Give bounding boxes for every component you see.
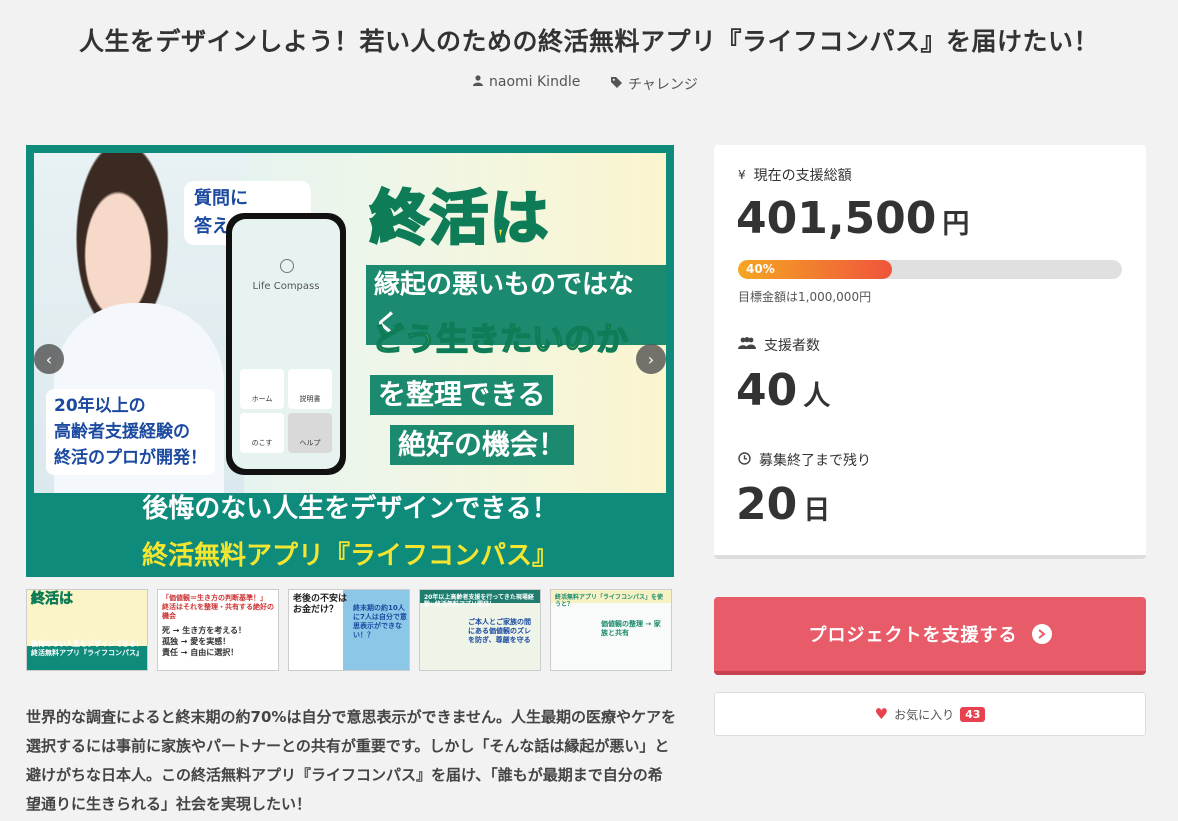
progress-percent: 40% bbox=[746, 262, 775, 276]
thumbnail-3[interactable]: 老後の不安はお金だけ？ 終末期の約10人に7人は自分で意思表示ができない！？ bbox=[288, 589, 410, 671]
hero-artwork: 質問に 答えるだけ！ Life Compass ホーム 説明書 のこす ヘルプ … bbox=[34, 153, 666, 493]
app-menu-leave: のこす bbox=[240, 413, 284, 453]
app-menu-guide: 説明書 bbox=[288, 369, 332, 409]
hero-headline: 終活は bbox=[368, 183, 551, 254]
backers-value: 40 bbox=[736, 365, 798, 416]
user-icon bbox=[473, 74, 483, 90]
author-link[interactable]: naomi Kindle bbox=[473, 74, 580, 90]
thumbnail-2-caption: 死 → 生き方を考える！ 孤独 → 愛を実感！ 責任 → 自由に選択！ bbox=[162, 626, 247, 657]
thumbnail-4-text: 20年以上高齢者支援を行ってきた現場経験×終活無料アプリ開発！ bbox=[424, 594, 534, 608]
carousel-prev-button[interactable]: ‹ bbox=[34, 344, 64, 374]
total-value: 401,500 bbox=[736, 193, 937, 244]
favorite-button[interactable]: ♥ お気に入り 43 bbox=[714, 692, 1146, 736]
thumbnail-5[interactable]: 終活無料アプリ「ライフコンパス」を使うと？ 価値観の整理 → 家族と共有 bbox=[550, 589, 672, 671]
total-amount: 401,500 円 bbox=[736, 193, 969, 244]
thumbnail-4-caption: ご本人とご家族の間にある価値観のズレを防ぎ、尊厳を守る bbox=[468, 618, 531, 644]
thumbnail-2[interactable]: 「価値観＝生き方の判断基準！」 終活はそれを整理・共有する絶好の機会 死 → 生… bbox=[157, 589, 279, 671]
chevron-right-icon: › bbox=[647, 349, 655, 369]
thumbnail-1[interactable]: 終活は 後悔のない人生をデザインできる！ 終活無料アプリ『ライフコンパス』 bbox=[26, 589, 148, 671]
thumbnail-3-caption: 終末期の約10人に7人は自分で意思表示ができない！？ bbox=[353, 604, 407, 639]
thumbnail-5-caption: 価値観の整理 → 家族と共有 bbox=[601, 620, 661, 637]
chevron-left-icon: ‹ bbox=[45, 349, 53, 369]
hero-line-4: 絶好の機会！ bbox=[390, 425, 575, 465]
project-description: 世界的な調査によると終末期の約70%は自分で意思表示ができません。人生最期の医療… bbox=[26, 708, 677, 813]
hero-image[interactable]: 質問に 答えるだけ！ Life Compass ホーム 説明書 のこす ヘルプ … bbox=[26, 145, 674, 577]
category-link[interactable]: チャレンジ bbox=[611, 74, 698, 94]
backers-unit: 人 bbox=[803, 381, 831, 412]
funding-progress-bar: 40% bbox=[738, 260, 1122, 279]
app-menu-home: ホーム bbox=[240, 369, 284, 409]
hero-expert-text: 20年以上の 高齢者支援経験の 終活のプロが開発！ bbox=[46, 389, 215, 475]
carousel-next-button[interactable]: › bbox=[636, 344, 666, 374]
phone-mockup: Life Compass ホーム 説明書 のこす ヘルプ bbox=[226, 213, 346, 475]
thumbnail-1-caption: 後悔のない人生をデザインできる！ 終活無料アプリ『ライフコンパス』 bbox=[31, 640, 143, 657]
clock-icon bbox=[738, 451, 751, 469]
total-unit: 円 bbox=[942, 209, 970, 240]
thumbnail-4[interactable]: 20年以上高齢者支援を行ってきた現場経験×終活無料アプリ開発！ ご本人とご家族の… bbox=[419, 589, 541, 671]
favorite-count-badge: 43 bbox=[960, 706, 986, 722]
hero-bottom-line-1: 後悔のない人生をデザインできる！ bbox=[142, 494, 558, 524]
heart-icon: ♥ bbox=[874, 705, 889, 723]
thumbnail-1-text: 終活は bbox=[31, 591, 74, 607]
remaining-unit: 日 bbox=[803, 495, 831, 526]
thumbnail-5-text: 終活無料アプリ「ライフコンパス」を使うと？ bbox=[555, 594, 664, 608]
page-title: 人生をデザインしよう！若い人のための終活無料アプリ『ライフコンパス』を届けたい！ bbox=[78, 27, 1099, 56]
arrow-right-circle-icon bbox=[1031, 624, 1052, 644]
goal-amount: 目標金額は1,000,000円 bbox=[738, 290, 872, 304]
thumbnail-3-text: 老後の不安はお金だけ？ bbox=[293, 594, 348, 615]
backers-count: 40 人 bbox=[736, 365, 830, 416]
thumbnail-2-text: 「価値観＝生き方の判断基準！」 終活はそれを整理・共有する絶好の機会 bbox=[162, 594, 274, 620]
support-button-label: プロジェクトを支援する bbox=[808, 625, 1018, 646]
yen-icon: ¥ bbox=[738, 168, 746, 182]
total-label-row: ¥ 現在の支援総額 bbox=[738, 165, 852, 185]
thumbnail-strip: 終活は 後悔のない人生をデザインできる！ 終活無料アプリ『ライフコンパス』 「価… bbox=[26, 589, 674, 671]
backers-label: 支援者数 bbox=[764, 338, 820, 354]
hero-line-3: を整理できる bbox=[370, 375, 554, 415]
project-meta: naomi Kindle チャレンジ bbox=[0, 74, 1178, 94]
app-menu-help: ヘルプ bbox=[288, 413, 332, 453]
compass-icon bbox=[280, 259, 294, 273]
users-icon bbox=[738, 337, 756, 353]
favorite-label: お気に入り bbox=[894, 707, 955, 722]
remaining-label: 募集終了まで残り bbox=[759, 453, 871, 469]
remaining-label-row: 募集終了まで残り bbox=[738, 450, 871, 470]
tag-icon bbox=[611, 76, 622, 92]
hero-bottom-line-2: 終活無料アプリ『ライフコンパス』 bbox=[141, 541, 558, 571]
remaining-days: 20 日 bbox=[736, 479, 830, 530]
author-name: naomi Kindle bbox=[489, 74, 581, 90]
app-name: Life Compass bbox=[252, 281, 320, 292]
support-project-button[interactable]: プロジェクトを支援する bbox=[714, 597, 1146, 675]
hero-line-2: どう生きたいのか bbox=[371, 319, 629, 359]
total-label: 現在の支援総額 bbox=[753, 168, 852, 184]
remaining-value: 20 bbox=[736, 479, 798, 530]
funding-panel: ¥ 現在の支援総額 401,500 円 40% 目標金額は1,000,000円 … bbox=[714, 145, 1146, 559]
backers-label-row: 支援者数 bbox=[738, 335, 820, 355]
category-name: チャレンジ bbox=[628, 77, 698, 93]
